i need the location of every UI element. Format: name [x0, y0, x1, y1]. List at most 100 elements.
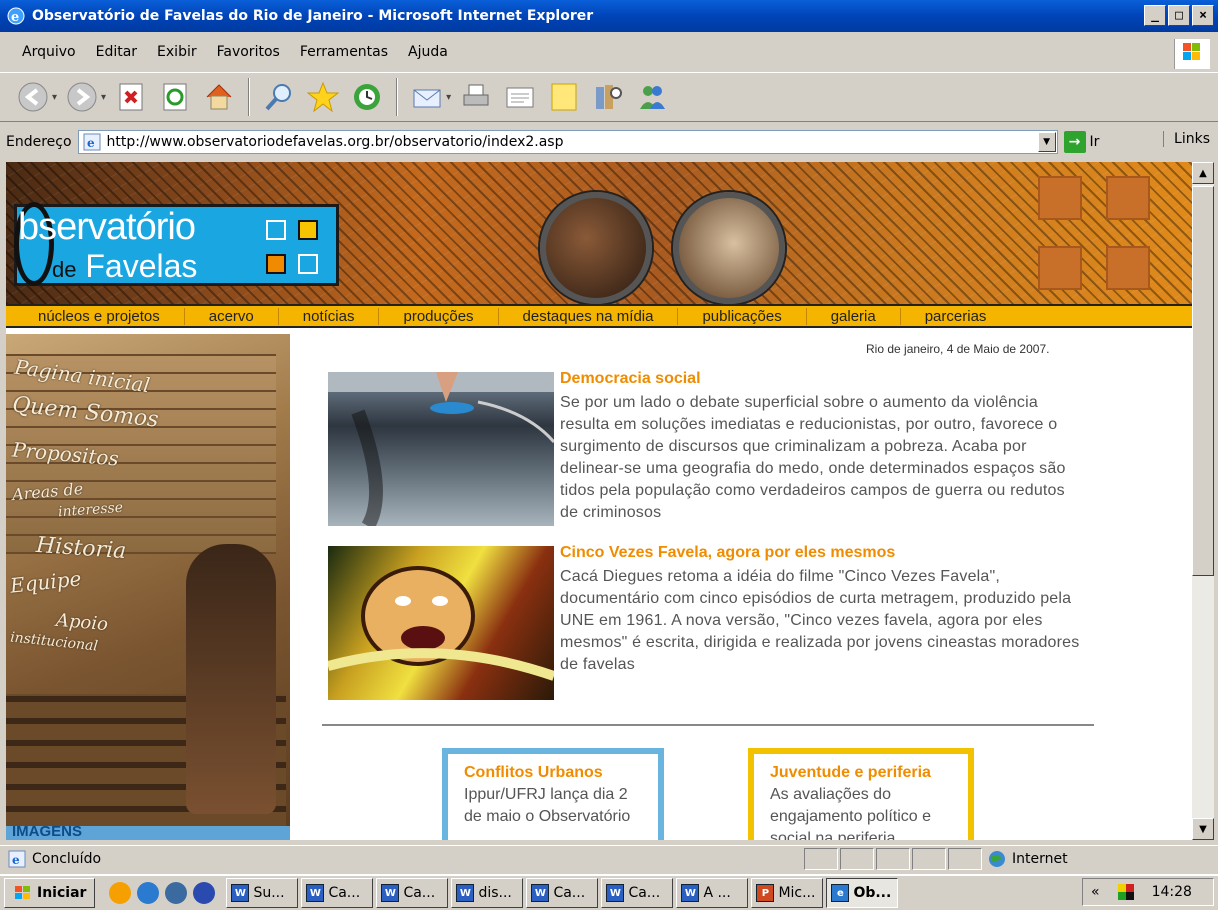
back-icon[interactable] — [14, 78, 52, 116]
nav-destaques[interactable]: destaques na mídia — [499, 307, 679, 325]
left-menu-apoio[interactable]: Apoio — [55, 610, 109, 635]
task-word-7[interactable]: WA ... — [676, 878, 749, 908]
menu-exibir[interactable]: Exibir — [147, 44, 207, 60]
status-text: Concluído — [32, 850, 102, 867]
links-button[interactable]: Links — [1163, 131, 1210, 147]
news-title-2[interactable]: Cinco Vezes Favela, agora por eles mesmo… — [560, 544, 895, 562]
maximize-button[interactable]: □ — [1168, 5, 1190, 26]
address-dropdown-icon[interactable]: ▼ — [1037, 132, 1056, 152]
close-button[interactable]: × — [1192, 5, 1214, 26]
news-text-2: Cacá Diegues retoma a idéia do filme "Ci… — [560, 568, 1080, 673]
go-button[interactable]: → Ir — [1063, 131, 1099, 153]
globe-icon — [989, 851, 1005, 867]
powerpoint-icon: P — [756, 884, 775, 902]
forward-icon[interactable] — [63, 78, 101, 116]
task-word-5[interactable]: W Ca... — [526, 878, 599, 908]
back-dropdown-icon[interactable]: ▾ — [52, 92, 57, 103]
quicklaunch-app-icon[interactable] — [165, 882, 188, 904]
nav-producoes[interactable]: produções — [379, 307, 499, 325]
word-icon: W — [231, 884, 250, 902]
minimize-button[interactable]: _ — [1144, 5, 1166, 26]
box-title-conflitos[interactable]: Conflitos Urbanos — [464, 764, 642, 782]
nav-noticias[interactable]: notícias — [279, 307, 380, 325]
scroll-thumb[interactable] — [1192, 186, 1214, 576]
research-icon[interactable] — [589, 78, 627, 116]
status-panel — [948, 848, 982, 870]
box-conflitos-urbanos[interactable]: Conflitos Urbanos Ippur/UFRJ lança dia 2… — [442, 748, 664, 840]
task-label: Ca... — [628, 885, 661, 901]
news-image-1[interactable] — [328, 372, 556, 530]
messenger-icon[interactable] — [633, 78, 671, 116]
left-menu-photo: Pagina inicial Quem Somos Propositos Are… — [6, 334, 290, 840]
word-icon: W — [681, 884, 700, 902]
vertical-scrollbar[interactable]: ▲ ▼ — [1192, 162, 1214, 840]
task-word-3[interactable]: W Ca... — [376, 878, 449, 908]
task-label: Ca... — [553, 885, 586, 901]
task-word-6[interactable]: W Ca... — [601, 878, 674, 908]
security-zone: Internet — [988, 850, 1068, 868]
news-image-2[interactable] — [326, 546, 556, 700]
box-juventude-periferia[interactable]: Juventude e periferia As avaliações do e… — [748, 748, 974, 840]
svg-text:e: e — [87, 136, 95, 150]
scroll-down-icon[interactable]: ▼ — [1192, 818, 1214, 840]
favorites-icon[interactable] — [304, 78, 342, 116]
mail-icon[interactable] — [408, 78, 446, 116]
menu-ferramentas[interactable]: Ferramentas — [290, 44, 398, 60]
mail-dropdown-icon[interactable]: ▾ — [446, 92, 451, 103]
scroll-up-icon[interactable]: ▲ — [1192, 162, 1214, 184]
nav-galeria[interactable]: galeria — [807, 307, 901, 325]
edit-icon[interactable] — [501, 78, 539, 116]
menu-editar[interactable]: Editar — [86, 44, 147, 60]
task-label: Ca... — [328, 885, 361, 901]
nav-nucleos[interactable]: núcleos e projetos — [14, 307, 185, 325]
nav-parcerias[interactable]: parcerias — [901, 308, 1011, 325]
logo-text-favelas-word: Favelas — [85, 248, 198, 284]
task-ie-active[interactable]: e Ob... — [826, 878, 899, 908]
nav-publicacoes[interactable]: publicações — [678, 307, 807, 325]
standard-toolbar: ▾ ▾ ▾ — [0, 72, 1218, 122]
imagens-strip[interactable]: IMAGENS — [6, 823, 290, 840]
go-arrow-icon: → — [1063, 131, 1086, 153]
system-tray: « 14:28 — [1082, 878, 1214, 906]
page-viewport: bservatório de Favelas núcleos e projeto… — [6, 162, 1192, 840]
menu-arquivo[interactable]: Arquivo — [12, 44, 86, 60]
clock: 14:28 — [1151, 884, 1192, 900]
quicklaunch-ie-icon[interactable] — [137, 882, 160, 904]
word-icon: W — [531, 884, 550, 902]
tray-expand-button[interactable]: « — [1091, 884, 1100, 900]
task-label: Ob... — [853, 885, 892, 901]
refresh-icon[interactable] — [156, 78, 194, 116]
task-word-1[interactable]: W Su... — [226, 878, 299, 908]
search-icon[interactable] — [260, 78, 298, 116]
address-input[interactable]: e http://www.observatoriodefavelas.org.b… — [77, 130, 1058, 154]
left-menu-historia[interactable]: Historia — [35, 533, 127, 564]
nav-acervo[interactable]: acervo — [185, 307, 279, 325]
toolbar-separator — [396, 78, 399, 116]
menu-ajuda[interactable]: Ajuda — [398, 44, 458, 60]
box-title-juventude[interactable]: Juventude e periferia — [770, 764, 952, 782]
news-title-1[interactable]: Democracia social — [560, 370, 701, 388]
title-bar[interactable]: e Observatório de Favelas do Rio de Jane… — [0, 0, 1218, 32]
discuss-icon[interactable] — [545, 78, 583, 116]
logo-text-de: de — [52, 257, 77, 282]
history-icon[interactable] — [348, 78, 386, 116]
ie-task-icon: e — [831, 884, 850, 902]
left-menu-equipe[interactable]: Equipe — [9, 566, 82, 597]
logo-text-observatorio: bservatório — [18, 206, 196, 248]
logo-square-blue-2 — [298, 254, 318, 274]
start-button[interactable]: Iniciar — [4, 878, 96, 908]
task-word-2[interactable]: W Ca... — [301, 878, 374, 908]
quicklaunch-media-icon[interactable] — [193, 882, 216, 904]
box-text-conflitos: Ippur/UFRJ lança dia 2 de maio o Observa… — [464, 786, 631, 825]
task-word-4[interactable]: Wdis... — [451, 878, 524, 908]
content-divider — [322, 724, 1094, 726]
menu-favoritos[interactable]: Favoritos — [207, 44, 290, 60]
quicklaunch-clock-icon[interactable] — [109, 882, 132, 904]
forward-dropdown-icon[interactable]: ▾ — [101, 92, 106, 103]
task-powerpoint[interactable]: P Mic... — [751, 878, 824, 908]
home-icon[interactable] — [200, 78, 238, 116]
site-nav: núcleos e projetos acervo notícias produ… — [6, 304, 1192, 328]
print-icon[interactable] — [457, 78, 495, 116]
stop-icon[interactable] — [112, 78, 150, 116]
tray-app-icon[interactable] — [1117, 884, 1134, 900]
